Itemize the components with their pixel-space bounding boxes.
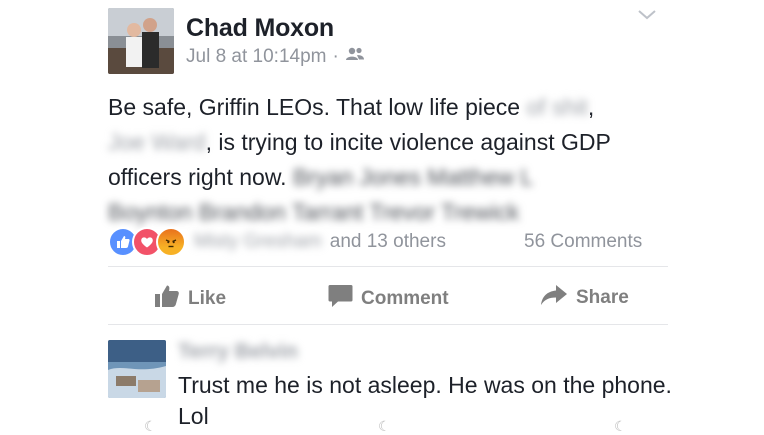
post-meta: Jul 8 at 10:14pm · [186, 46, 365, 68]
comment-text: Trust me he is not asleep. He was on the… [178, 372, 672, 429]
blurred-commenter-name: Terry Belvin [178, 340, 298, 363]
divider [108, 324, 668, 325]
blurred-text: of shit [526, 94, 588, 120]
blurred-reactor-name: Misty Gresham [194, 231, 322, 252]
post-timestamp[interactable]: Jul 8 at 10:14pm [186, 46, 326, 68]
cropped-icon: ☾ [614, 418, 627, 434]
comment-label: Comment [361, 288, 449, 309]
comments-count[interactable]: 56 Comments [524, 231, 642, 253]
meta-separator: · [332, 46, 339, 67]
author-name[interactable]: Chad Moxon [186, 14, 334, 43]
divider [108, 266, 668, 267]
reaction-names[interactable]: Misty Gresham and 13 others [194, 231, 446, 253]
blurred-tag[interactable]: Joe Ward [108, 125, 206, 160]
friends-icon[interactable] [345, 46, 365, 68]
blurred-tags[interactable]: Boynton Brandon Tarrant Trevor Trewick [108, 195, 519, 230]
comment-button[interactable]: Comment [328, 284, 449, 314]
chevron-down-icon[interactable] [636, 8, 658, 22]
share-arrow-icon [540, 284, 568, 312]
thumbs-up-icon [154, 284, 180, 314]
post-text-part1: Be safe, Griffin LEOs. That low life pie… [108, 94, 521, 120]
cropped-icon: ☾ [378, 418, 391, 434]
like-button[interactable]: Like [154, 284, 226, 314]
share-button[interactable]: Share [540, 284, 629, 312]
cropped-icon: ☾ [144, 418, 157, 434]
comment-icon [328, 284, 353, 314]
like-label: Like [188, 288, 227, 309]
share-label: Share [576, 287, 629, 308]
commenter-name[interactable]: Terry Belvin [178, 340, 298, 364]
blurred-tags[interactable]: Bryan Jones Matthew L [293, 160, 533, 195]
reaction-others: and 13 others [329, 231, 446, 252]
author-avatar[interactable] [108, 8, 174, 74]
reactions-bar[interactable]: Misty Gresham and 13 others [108, 227, 446, 257]
post-text-comma: , [587, 94, 595, 120]
post-text: Be safe, Griffin LEOs. That low life pie… [108, 90, 668, 230]
angry-icon [156, 227, 186, 257]
commenter-avatar[interactable] [108, 340, 166, 398]
